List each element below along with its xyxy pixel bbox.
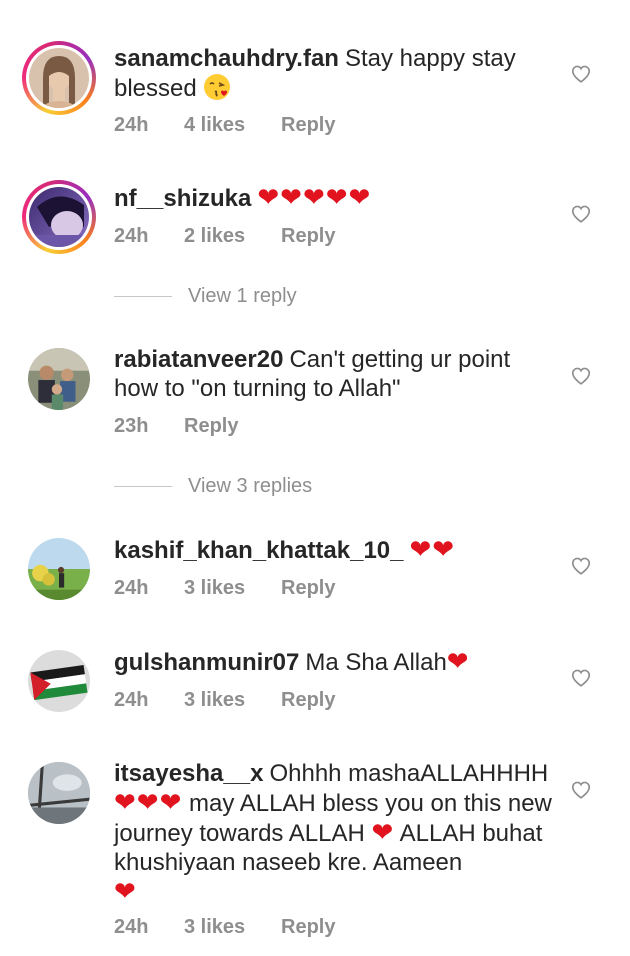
reply-button[interactable]: Reply [281,577,335,600]
heart-emoji: ❤ [446,646,470,676]
heart-emoji: ❤ [114,876,137,906]
comment-time: 24h [114,577,149,599]
comments-screen: sanamchauhdry.fan Stay happy stay blessed… [0,0,630,956]
avatar[interactable] [22,180,96,254]
comment-body: itsayesha__x Ohhhh mashaALLAHHHH ❤❤❤ may … [114,759,554,907]
reply-button[interactable]: Reply [184,415,238,438]
avatar[interactable] [28,348,90,410]
comment-meta: 24h 3 likes Reply [114,689,335,712]
view-replies-button[interactable]: View 3 replies [114,475,312,498]
comment-likes[interactable]: 4 likes [184,114,281,137]
avatar[interactable] [22,41,96,115]
heart-outline-icon[interactable] [570,555,592,577]
view-replies-label[interactable]: View 3 replies [188,475,312,498]
comment-meta: 24h 3 likes Reply [114,916,335,939]
heart-outline-icon[interactable] [570,365,592,387]
avatar-image-group [28,348,90,410]
avatar-image-woman [29,48,89,108]
comment-body: rabiatanveer20 Can't getting ur point how… [114,345,554,403]
kissing-face-emoji-icon [204,74,231,100]
comment-body: sanamchauhdry.fan Stay happy stay blessed [114,44,554,103]
comment-username[interactable]: sanamchauhdry.fan [114,45,339,72]
avatar[interactable] [28,538,90,600]
divider-line [114,296,172,297]
heart-outline-icon[interactable] [570,203,592,225]
reply-button[interactable]: Reply [281,916,335,939]
comment-time: 24h [114,916,149,938]
avatar-image-selfie [29,187,89,247]
comment-likes[interactable]: 3 likes [184,577,281,600]
avatar[interactable] [28,762,90,824]
comment-text: Ma Sha Allah [305,649,447,676]
comment-meta: 24h 4 likes Reply [114,114,335,137]
comment-meta: 23h Reply [114,415,238,438]
divider-line [114,486,172,487]
avatar-image-flag [28,650,90,712]
reply-button[interactable]: Reply [281,225,335,248]
comment-likes[interactable]: 3 likes [184,916,281,939]
heart-emoji: ❤❤ [409,534,456,564]
comment-body: kashif_khan_khattak_10_ ❤❤ [114,535,554,565]
reply-button[interactable]: Reply [281,114,335,137]
heart-outline-icon[interactable] [570,779,592,801]
avatar[interactable] [28,650,90,712]
heart-emoji: ❤ [371,817,395,847]
comment-username[interactable]: gulshanmunir07 [114,649,299,676]
comment-text: Ohhhh mashaALLAHHHH [269,760,549,787]
comment-username[interactable]: itsayesha__x [114,760,263,787]
comment-time: 24h [114,114,149,136]
comment-likes[interactable]: 3 likes [184,689,281,712]
comment-time: 24h [114,225,149,247]
reply-button[interactable]: Reply [281,689,335,712]
comment-username[interactable]: kashif_khan_khattak_10_ [114,537,404,564]
avatar-image-landscape [28,538,90,600]
heart-outline-icon[interactable] [570,667,592,689]
comment-meta: 24h 3 likes Reply [114,577,335,600]
comment-time: 24h [114,689,149,711]
comment-body: nf__shizuka ❤❤❤❤❤ [114,183,554,213]
heart-emoji: ❤❤❤❤❤ [257,182,372,212]
comment-username[interactable]: nf__shizuka [114,185,251,212]
avatar-image-window [28,762,90,824]
comment-username[interactable]: rabiatanveer20 [114,346,283,373]
heart-emoji: ❤❤❤ [114,787,183,817]
comment-likes[interactable]: 2 likes [184,225,281,248]
heart-outline-icon[interactable] [570,63,592,85]
comment-body: gulshanmunir07 Ma Sha Allah❤ [114,647,554,677]
view-replies-button[interactable]: View 1 reply [114,285,297,308]
comment-time: 23h [114,415,149,437]
view-replies-label[interactable]: View 1 reply [188,285,297,308]
comment-meta: 24h 2 likes Reply [114,225,335,248]
